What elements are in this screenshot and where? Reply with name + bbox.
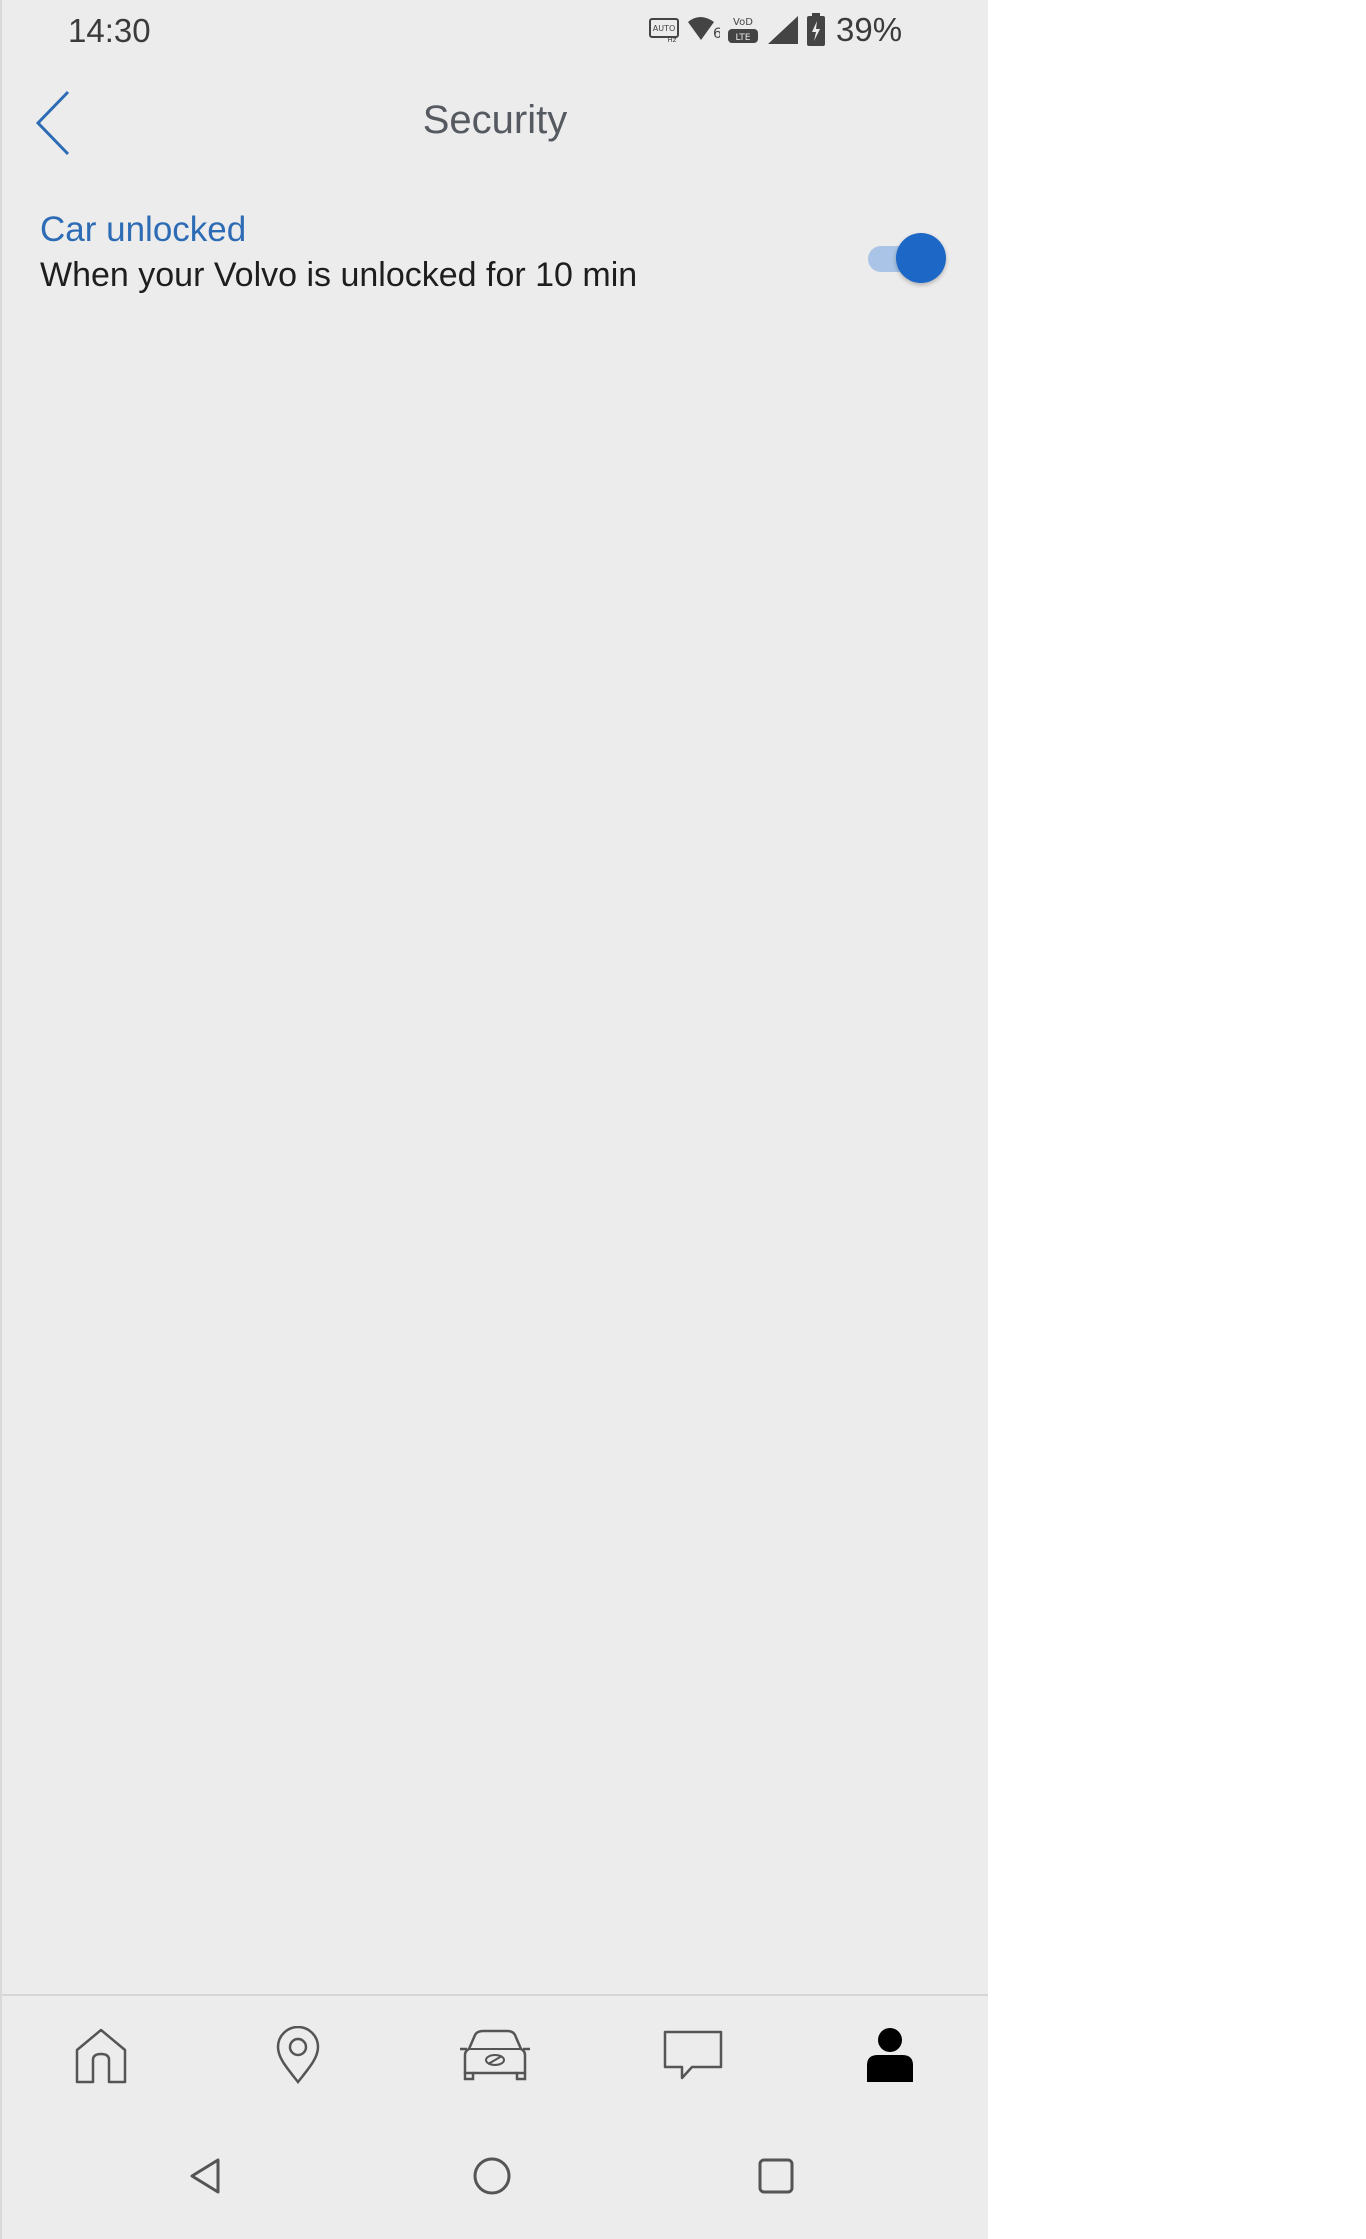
map-pin-icon bbox=[275, 2025, 321, 2089]
status-time: 14:30 bbox=[68, 12, 151, 49]
battery-percentage: 39% bbox=[836, 11, 903, 48]
system-nav bbox=[2, 2118, 988, 2239]
svg-text:AUTO: AUTO bbox=[653, 24, 676, 33]
nav-home[interactable] bbox=[41, 1996, 161, 2118]
nav-map[interactable] bbox=[238, 1996, 358, 2118]
phone-screen: 14:30 AUTO Hz 6 VoD LTE bbox=[0, 0, 988, 2239]
wifi-6-icon: 6 bbox=[686, 14, 720, 46]
square-recents-icon bbox=[757, 2157, 795, 2200]
home-icon bbox=[73, 2026, 129, 2089]
header: Security bbox=[2, 80, 988, 170]
setting-row-car-unlocked: Car unlocked When your Volvo is unlocked… bbox=[2, 200, 988, 310]
setting-title: Car unlocked bbox=[40, 210, 247, 249]
battery-charging-icon bbox=[806, 13, 826, 47]
circle-home-icon bbox=[472, 2156, 512, 2201]
page-title: Security bbox=[422, 98, 568, 142]
profile-icon bbox=[866, 2027, 914, 2088]
svg-text:Hz: Hz bbox=[668, 36, 677, 43]
status-icons: AUTO Hz 6 VoD LTE bbox=[648, 11, 903, 48]
setting-description: When your Volvo is unlocked for 10 min bbox=[40, 256, 638, 294]
auto-hz-icon: AUTO Hz bbox=[648, 17, 680, 43]
system-home-button[interactable] bbox=[442, 2118, 542, 2239]
car-unlocked-toggle[interactable] bbox=[868, 233, 946, 283]
bottom-nav bbox=[2, 1994, 988, 2118]
nav-messages[interactable] bbox=[633, 1996, 753, 2118]
car-icon bbox=[459, 2029, 531, 2086]
svg-text:6: 6 bbox=[713, 26, 720, 42]
toggle-thumb bbox=[896, 233, 946, 283]
system-back-button[interactable] bbox=[155, 2118, 255, 2239]
svg-text:VoD: VoD bbox=[733, 17, 753, 28]
system-recents-button[interactable] bbox=[726, 2118, 826, 2239]
nav-car[interactable] bbox=[435, 1996, 555, 2118]
svg-text:LTE: LTE bbox=[736, 33, 751, 43]
status-bar: 14:30 AUTO Hz 6 VoD LTE bbox=[2, 0, 988, 60]
nav-profile[interactable] bbox=[830, 1996, 950, 2118]
triangle-back-icon bbox=[188, 2157, 222, 2200]
signal-icon bbox=[766, 14, 800, 46]
message-icon bbox=[662, 2029, 724, 2086]
volte-icon: VoD LTE bbox=[726, 14, 760, 46]
